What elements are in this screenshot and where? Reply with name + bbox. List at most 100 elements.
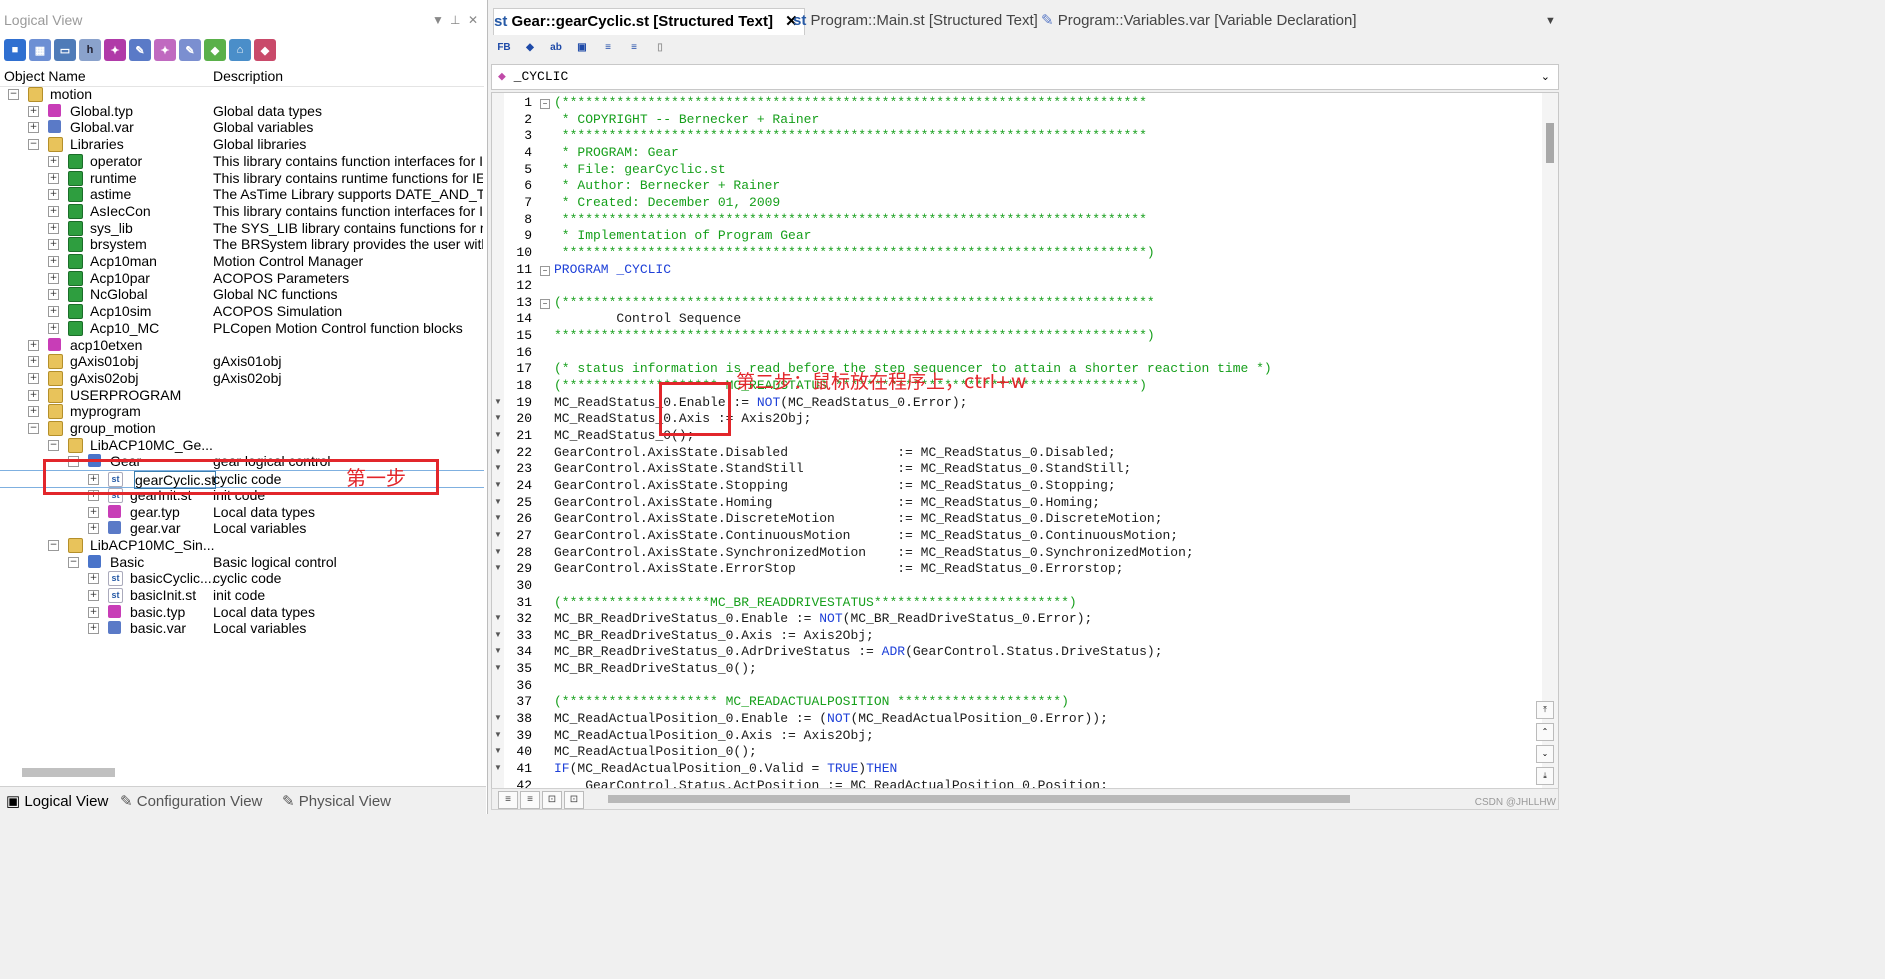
expand-icon[interactable]: +	[48, 222, 59, 234]
tree-row[interactable]: + brsystem The BRSystem library provides t…	[0, 236, 484, 253]
code-line[interactable]: * File: gearCyclic.st	[554, 162, 726, 177]
breakpoint-marker-icon[interactable]: ▼	[494, 497, 502, 506]
pin-icon[interactable]: ⊥	[450, 8, 460, 32]
tree-item-name[interactable]: Global.var	[70, 119, 134, 135]
breakpoint-marker-icon[interactable]: ▼	[494, 413, 502, 422]
breakpoint-marker-icon[interactable]: ▼	[494, 513, 502, 522]
tree-item-name[interactable]: brsystem	[90, 236, 147, 252]
dropdown-icon[interactable]: ▼	[432, 8, 444, 32]
tree-item-name[interactable]: sys_lib	[90, 220, 133, 236]
expand-icon[interactable]: +	[48, 272, 59, 284]
code-line[interactable]: MC_ReadActualPosition_0();	[554, 744, 757, 759]
lib-icon[interactable]: ◆	[204, 39, 226, 61]
view-mode-icon[interactable]: ≡	[498, 791, 518, 809]
tree-row[interactable]: − Basic Basic logical control	[0, 554, 484, 570]
breakpoint-marker-icon[interactable]: ▼	[494, 713, 502, 722]
cube-icon[interactable]: ■	[4, 39, 26, 61]
collapse-icon[interactable]: −	[28, 423, 39, 434]
collapse-icon[interactable]: −	[8, 89, 19, 100]
tree-item-name[interactable]: AsIecCon	[90, 203, 151, 219]
tab-configuration-view[interactable]: ✎ Configuration View	[120, 792, 262, 810]
tree-item-name[interactable]: Acp10par	[90, 270, 150, 286]
tree-item-name[interactable]: acp10etxen	[70, 337, 142, 353]
code-line[interactable]: (***************************************…	[554, 295, 1155, 310]
expand-icon[interactable]: +	[48, 256, 59, 267]
tree-item-name[interactable]: USERPROGRAM	[70, 387, 181, 403]
edit-icon[interactable]: ✎	[179, 39, 201, 61]
tree-item-name[interactable]: operator	[90, 153, 142, 169]
collapse-icon[interactable]: −	[68, 556, 79, 568]
expand-icon[interactable]: +	[28, 406, 39, 418]
tree-row[interactable]: + Global.var Global variables	[0, 119, 484, 135]
horizontal-scrollbar-thumb[interactable]	[22, 768, 115, 777]
breakpoint-marker-icon[interactable]: ▼	[494, 763, 502, 772]
tree-item-name[interactable]: Acp10man	[90, 253, 157, 269]
expand-icon[interactable]: +	[28, 389, 39, 401]
tab-main-st[interactable]: st Program::Main.st [Structured Text]	[793, 8, 1038, 34]
program-combo[interactable]: ◆ _CYCLIC ⌄	[491, 64, 1559, 90]
tree-row[interactable]: − Libraries Global libraries	[0, 136, 484, 153]
tree-row[interactable]: + Global.typ Global data types	[0, 103, 484, 119]
code-line[interactable]: * PROGRAM: Gear	[554, 145, 679, 160]
frame-icon[interactable]: ▣	[571, 38, 593, 58]
tree-row[interactable]: + gear.typ Local data types	[0, 504, 484, 520]
zoom-icon[interactable]: ⊡	[564, 791, 584, 809]
tree-item-name[interactable]: basic.var	[130, 620, 186, 636]
var-icon[interactable]: ✎	[129, 39, 151, 61]
code-line[interactable]: MC_BR_ReadDriveStatus_0.Axis := Axis2Obj…	[554, 628, 874, 643]
tree-item-name[interactable]: LibACP10MC_Ge...	[90, 437, 213, 453]
code-line[interactable]: * Author: Bernecker + Rainer	[554, 178, 780, 193]
tree-row[interactable]: + basic.var Local variables	[0, 620, 484, 636]
code-line[interactable]: (*******************MC_BR_READDRIVESTATU…	[554, 595, 1077, 610]
tree-item-name[interactable]: gear.typ	[130, 504, 180, 520]
code-line[interactable]: (******************** MC_READACTUALPOSIT…	[554, 694, 1069, 709]
code-line[interactable]: GearControl.AxisState.Disabled := MC_Rea…	[554, 445, 1116, 460]
tree-row[interactable]: + Acp10par ACOPOS Parameters	[0, 270, 484, 286]
tree-row[interactable]: + sys_lib The SYS_LIB library contains fun…	[0, 220, 484, 236]
col-description[interactable]: Description	[213, 68, 283, 84]
breakpoint-marker-icon[interactable]: ▼	[494, 530, 502, 539]
code-line[interactable]: MC_ReadStatus_0.Enable := NOT(MC_ReadSta…	[554, 395, 967, 410]
breakpoint-marker-icon[interactable]: ▼	[494, 663, 502, 672]
close-icon[interactable]: ✕	[468, 8, 478, 32]
collapse-icon[interactable]: −	[28, 139, 39, 151]
breakpoint-marker-icon[interactable]: ▼	[494, 646, 502, 655]
breakpoint-marker-icon[interactable]: ▼	[494, 746, 502, 755]
code-line[interactable]: (***************************************…	[554, 95, 1147, 110]
code-line[interactable]: GearControl.AxisState.StandStill := MC_R…	[554, 461, 1131, 476]
tree-item-name[interactable]: gear.var	[130, 520, 181, 536]
tree-row[interactable]: + gear.var Local variables	[0, 520, 484, 536]
tab-variables-var[interactable]: ✎ Program::Variables.var [Variable Decla…	[1041, 8, 1357, 34]
breakpoint-marker-icon[interactable]: ▼	[494, 463, 502, 472]
code-line[interactable]: ****************************************…	[554, 128, 1147, 143]
tree-row[interactable]: + st basicInit.st init code	[0, 587, 484, 603]
breakpoint-marker-icon[interactable]: ▼	[494, 397, 502, 406]
tree-row[interactable]: + Acp10man Motion Control Manager	[0, 253, 484, 269]
tree-item-name[interactable]: motion	[50, 86, 92, 102]
tree-item-name[interactable]: astime	[90, 186, 131, 202]
monitor-icon[interactable]: ▭	[54, 39, 76, 61]
tree-row[interactable]: + runtime This library contains runtime fu…	[0, 170, 484, 186]
horizontal-scrollbar-thumb[interactable]	[608, 795, 1350, 803]
tab-list-dropdown-icon[interactable]: ▼	[1545, 8, 1556, 34]
expand-icon[interactable]: +	[48, 172, 59, 184]
code-line[interactable]: MC_ReadActualPosition_0.Axis := Axis2Obj…	[554, 728, 874, 743]
code-line[interactable]: Control Sequence	[554, 311, 741, 326]
tree-row[interactable]: + Acp10sim ACOPOS Simulation	[0, 303, 484, 320]
expand-icon[interactable]: +	[88, 606, 99, 618]
code-line[interactable]: MC_BR_ReadDriveStatus_0.Enable := NOT(MC…	[554, 611, 1092, 626]
expand-icon[interactable]: +	[28, 105, 39, 117]
expand-icon[interactable]: +	[88, 573, 99, 585]
expand-icon[interactable]: +	[48, 155, 59, 167]
breakpoint-marker-icon[interactable]: ▼	[494, 430, 502, 439]
indent-icon[interactable]: ≡	[597, 38, 619, 58]
tree-row[interactable]: − LibACP10MC_Ge...	[0, 437, 484, 453]
tree-row[interactable]: + AsIecCon This library contains function …	[0, 203, 484, 219]
tree-item-name[interactable]: Global.typ	[70, 103, 133, 119]
code-line[interactable]: ****************************************…	[554, 212, 1147, 227]
code-line[interactable]: GearControl.AxisState.ErrorStop := MC_Re…	[554, 561, 1124, 576]
typ-icon[interactable]: ✦	[104, 39, 126, 61]
code-line[interactable]: GearControl.AxisState.SynchronizedMotion…	[554, 545, 1194, 560]
network-icon[interactable]: ⌂	[229, 39, 251, 61]
tree-row[interactable]: + gAxis01obj gAxis01obj	[0, 353, 484, 370]
